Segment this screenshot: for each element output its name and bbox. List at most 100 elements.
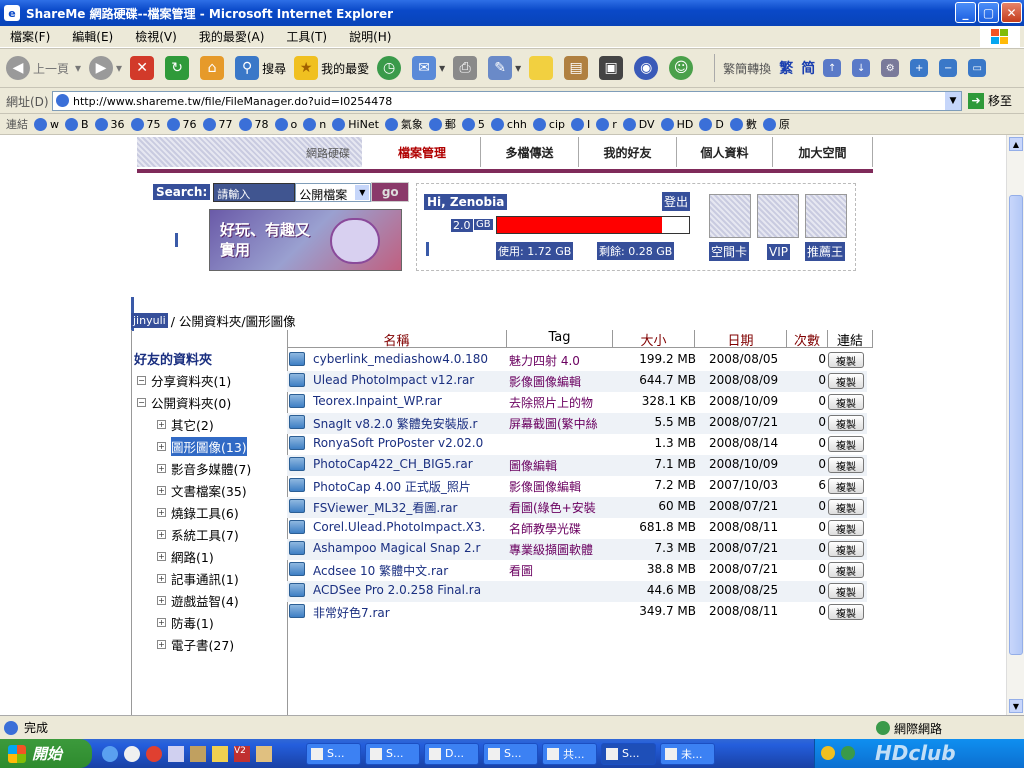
tree-node-label[interactable]: 影音多媒體(7) xyxy=(171,459,251,478)
tab-more-space[interactable]: 加大空間 xyxy=(773,137,873,167)
tree-node-label[interactable]: 遊戲益智(4) xyxy=(171,591,239,610)
window-icon[interactable]: ▭ xyxy=(968,59,989,77)
file-name-link[interactable]: FSViewer_ML32_看圖.rar xyxy=(313,499,507,516)
taskbar-window-button[interactable]: 未... xyxy=(660,742,715,765)
breadcrumb-user[interactable]: jinyuli xyxy=(131,313,168,328)
column-header[interactable]: 名稱 xyxy=(287,330,507,349)
tree-node-label[interactable]: 系統工具(7) xyxy=(171,525,239,544)
logout-link[interactable]: 登出 xyxy=(662,192,691,211)
expand-icon[interactable]: + xyxy=(157,530,166,539)
promo-banner[interactable]: 好玩、有趣又實用 xyxy=(209,209,402,271)
file-name-link[interactable]: RonyaSoft ProPoster v2.02.0 xyxy=(313,436,507,450)
file-name-link[interactable]: PhotoCap 4.00 正式版_照片 xyxy=(313,478,507,495)
column-header[interactable]: Tag xyxy=(507,330,613,348)
tree-node[interactable]: + 遊戲益智(4) xyxy=(157,591,239,610)
copy-button[interactable]: 複製 xyxy=(828,457,864,473)
expand-icon[interactable]: + xyxy=(157,618,166,627)
link-item[interactable]: 郵 xyxy=(428,116,456,132)
maximize-button[interactable]: ▢ xyxy=(978,2,999,23)
edit-button[interactable]: ✎ ▾ xyxy=(488,56,521,80)
taskbar-window-button[interactable]: S... xyxy=(365,742,420,765)
tab-my-friends[interactable]: 我的好友 xyxy=(579,137,677,167)
link-item[interactable]: 5 xyxy=(461,117,485,131)
link-item[interactable]: 36 xyxy=(94,117,125,131)
link-item[interactable]: 77 xyxy=(202,117,233,131)
expand-icon[interactable]: + xyxy=(157,552,166,561)
referral-icon[interactable] xyxy=(805,194,847,238)
tree-node-label[interactable]: 電子書(27) xyxy=(171,635,234,654)
column-header[interactable]: 次數 xyxy=(787,330,828,349)
v2-quicklaunch-icon[interactable]: V2 xyxy=(234,745,250,762)
tree-node-label[interactable]: 網路(1) xyxy=(171,547,214,566)
space-card-label[interactable]: 空間卡 xyxy=(709,242,750,261)
tab-multi-upload[interactable]: 多檔傳送 xyxy=(481,137,579,167)
copy-button[interactable]: 複製 xyxy=(828,415,864,431)
font-up-icon[interactable]: ↑ xyxy=(823,59,844,77)
expand-icon[interactable]: + xyxy=(157,574,166,583)
browser-quicklaunch-icon[interactable] xyxy=(124,745,140,762)
settings-icon[interactable]: ⚙ xyxy=(881,59,902,77)
menu-favorites[interactable]: 我的最愛(A) xyxy=(199,28,265,45)
tree-node-label[interactable]: 燒錄工具(6) xyxy=(171,503,239,522)
link-item[interactable]: o xyxy=(274,117,297,131)
taskbar-window-button[interactable]: S... xyxy=(601,742,656,765)
collapse-icon[interactable]: − xyxy=(137,398,146,407)
chrome-quicklaunch-icon[interactable] xyxy=(146,745,162,762)
taskbar-window-button[interactable]: 共... xyxy=(542,742,597,765)
tool-quicklaunch-icon[interactable] xyxy=(190,745,206,762)
link-item[interactable]: 氣象 xyxy=(384,116,423,132)
favorites-button[interactable]: ★ 我的最愛 xyxy=(294,56,369,80)
copy-button[interactable]: 複製 xyxy=(828,562,864,578)
space-card-icon[interactable] xyxy=(709,194,751,238)
link-item[interactable]: D xyxy=(699,117,724,131)
copy-button[interactable]: 複製 xyxy=(828,520,864,536)
folder-quicklaunch-icon[interactable] xyxy=(212,745,228,762)
refresh-button[interactable]: ↻ xyxy=(165,56,192,80)
back-button[interactable]: ◀ 上一頁 ▾ xyxy=(6,56,81,80)
messenger-button[interactable]: ☺ xyxy=(669,56,696,80)
column-header[interactable]: 連結 xyxy=(828,330,873,349)
copy-button[interactable]: 複製 xyxy=(828,352,864,368)
tree-node[interactable]: + 電子書(27) xyxy=(157,635,234,654)
tree-node[interactable]: + 文書檔案(35) xyxy=(157,481,247,500)
column-header[interactable]: 大小 xyxy=(613,330,695,349)
collapse-icon[interactable]: − xyxy=(137,376,146,385)
column-header[interactable]: 日期 xyxy=(695,330,787,349)
breadcrumb-path[interactable]: / 公開資料夾/圖形圖像 xyxy=(171,311,296,330)
copy-button[interactable]: 複製 xyxy=(828,373,864,389)
referral-label[interactable]: 推薦王 xyxy=(805,242,846,261)
tree-node-label[interactable]: 圖形圖像(13) xyxy=(171,437,247,456)
forward-button[interactable]: ▶ ▾ xyxy=(89,56,122,80)
stop-button[interactable]: ✕ xyxy=(130,56,157,80)
disc-button[interactable]: ◉ xyxy=(634,56,661,80)
link-item[interactable]: 78 xyxy=(238,117,269,131)
file-name-link[interactable]: cyberlink_mediashow4.0.180 xyxy=(313,352,507,366)
copy-button[interactable]: 複製 xyxy=(828,604,864,620)
tree-node[interactable]: + 防毒(1) xyxy=(157,613,214,632)
tree-node-label[interactable]: 防毒(1) xyxy=(171,613,214,632)
tree-node[interactable]: + 影音多媒體(7) xyxy=(157,459,251,478)
scroll-down-icon[interactable]: ▼ xyxy=(1009,699,1023,713)
print-button[interactable]: ⎙ xyxy=(453,56,480,80)
link-item[interactable]: n xyxy=(303,117,326,131)
file-name-link[interactable]: Teorex.Inpaint_WP.rar xyxy=(313,394,507,408)
traditional-button[interactable]: 繁 xyxy=(779,58,793,78)
copy-button[interactable]: 複製 xyxy=(828,394,864,410)
taskbar-window-button[interactable]: D... xyxy=(424,742,479,765)
ie-quicklaunch-icon[interactable] xyxy=(102,745,118,762)
scroll-up-icon[interactable]: ▲ xyxy=(1009,137,1023,151)
copy-button[interactable]: 複製 xyxy=(828,436,864,452)
home-button[interactable]: ⌂ xyxy=(200,56,227,80)
search-input[interactable]: 請輸入 xyxy=(213,182,296,202)
tree-node-label[interactable]: 文書檔案(35) xyxy=(171,481,247,500)
expand-icon[interactable]: + xyxy=(157,464,166,473)
link-item[interactable]: w xyxy=(34,117,59,131)
tray-network-icon[interactable] xyxy=(841,746,855,760)
expand-icon[interactable]: + xyxy=(157,420,166,429)
zoom-out-icon[interactable]: − xyxy=(939,59,960,77)
trad-simp-convert-button[interactable]: 繁簡轉換 xyxy=(723,60,771,77)
copy-button[interactable]: 複製 xyxy=(828,499,864,515)
search-go-button[interactable]: go xyxy=(371,182,410,202)
history-button[interactable]: ◷ xyxy=(377,56,404,80)
link-item[interactable]: 原 xyxy=(762,116,790,132)
